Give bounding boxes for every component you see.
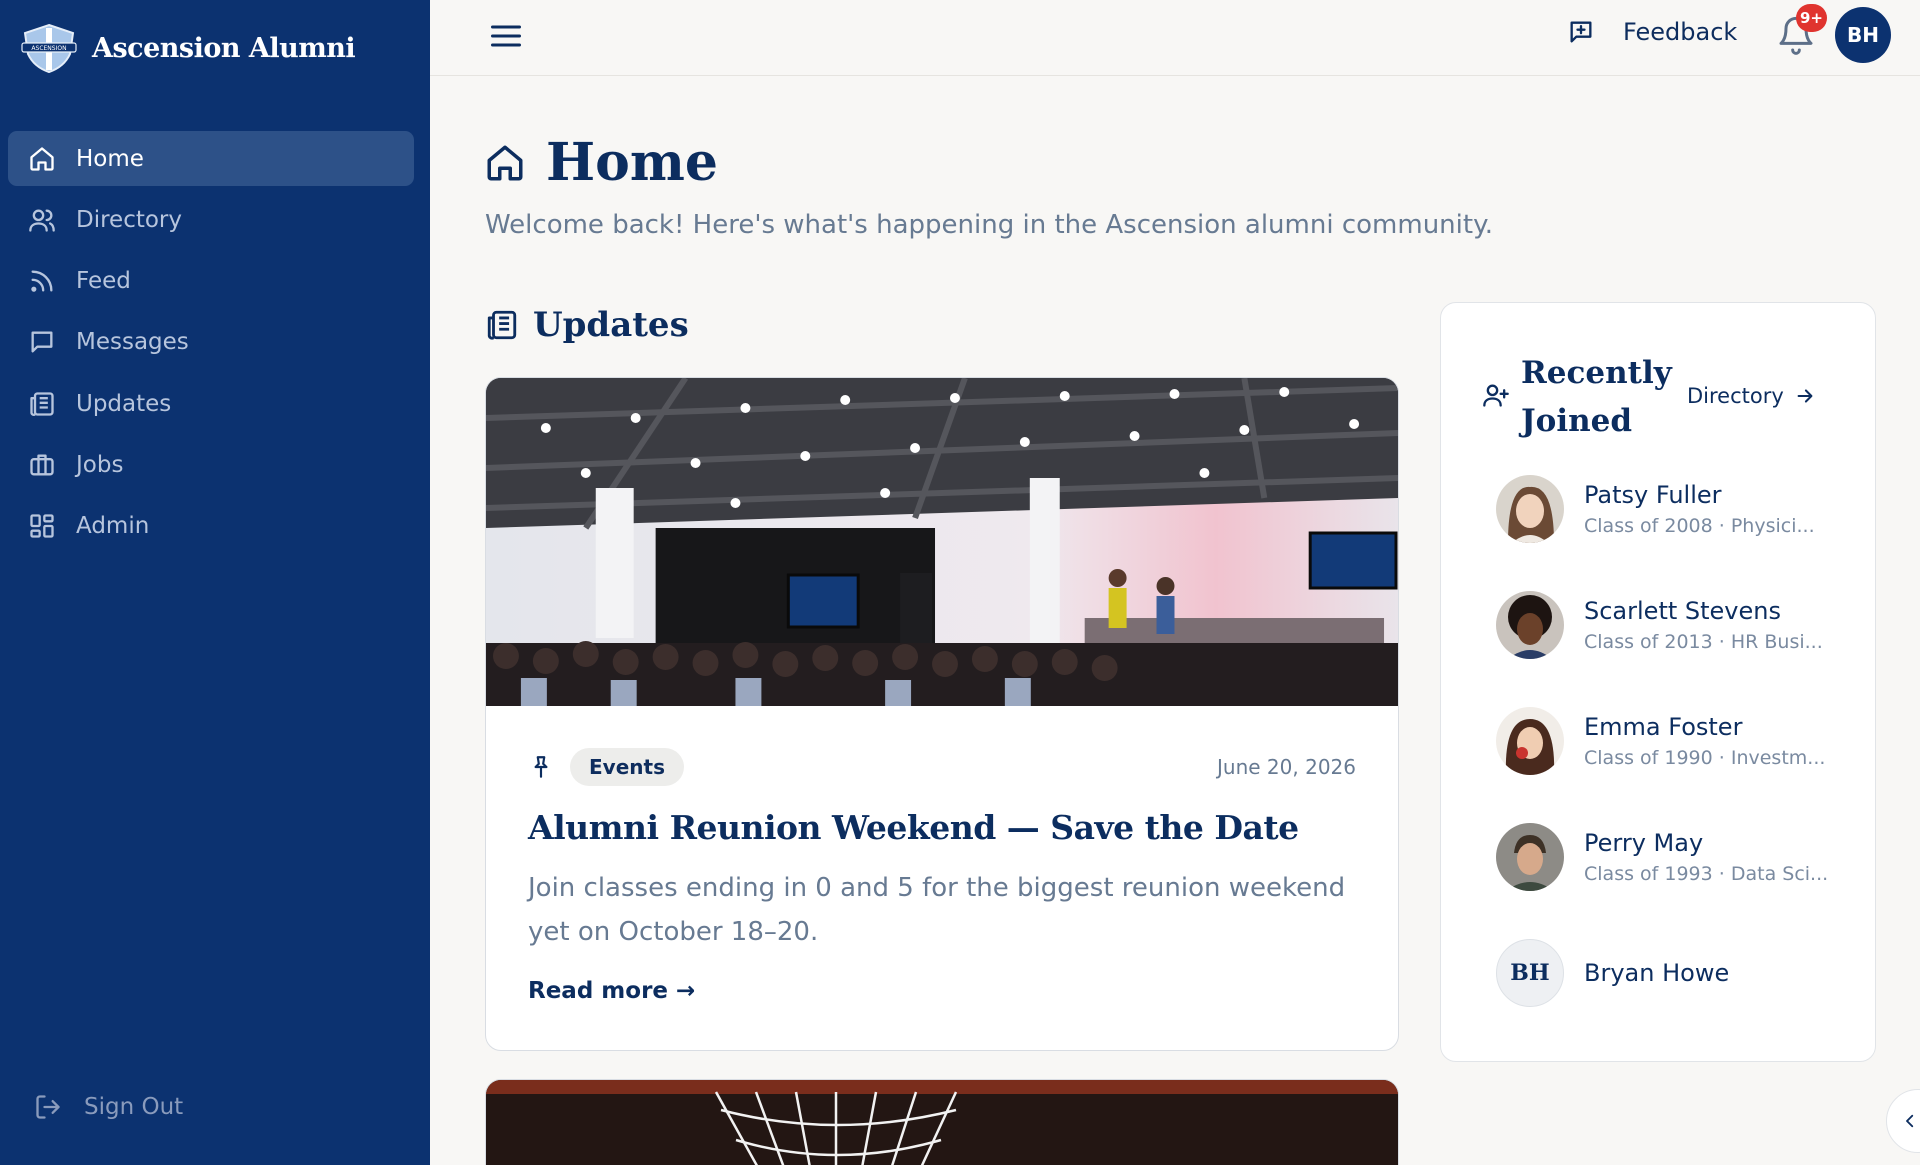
- recently-joined-title: Recently Joined: [1521, 355, 1672, 439]
- member-avatar: [1496, 707, 1564, 775]
- brand[interactable]: ASCENSION Ascension Alumni: [20, 22, 356, 74]
- member-subtitle: Class of 2008 · Physici...: [1584, 515, 1815, 537]
- feedback-icon: [1570, 21, 1592, 43]
- recently-joined-panel: Recently Joined Directory Patsy Fuller C…: [1440, 302, 1876, 1062]
- update-card[interactable]: Events June 20, 2026 Alumni Reunion Week…: [485, 377, 1399, 1051]
- briefcase-icon: [30, 454, 54, 476]
- member-text: Scarlett Stevens Class of 2013 · HR Busi…: [1584, 597, 1823, 653]
- member-text: Bryan Howe: [1584, 959, 1729, 987]
- member-item[interactable]: BH Bryan Howe: [1496, 939, 1729, 1007]
- newspaper-icon: [487, 310, 517, 340]
- member-avatar: [1496, 823, 1564, 891]
- sign-out-button[interactable]: Sign Out: [34, 1093, 183, 1121]
- collapse-panel-button[interactable]: [1886, 1089, 1920, 1153]
- page-title: Home: [546, 132, 718, 193]
- member-item[interactable]: Emma Foster Class of 1990 · Investm...: [1496, 707, 1825, 775]
- post-excerpt: Join classes ending in 0 and 5 for the b…: [528, 873, 1346, 947]
- member-subtitle: Class of 2013 · HR Busi...: [1584, 631, 1823, 653]
- rss-icon: [31, 270, 53, 292]
- member-item[interactable]: Perry May Class of 1993 · Data Sci...: [1496, 823, 1828, 891]
- member-name: Perry May: [1584, 829, 1704, 857]
- directory-link[interactable]: Directory: [1687, 384, 1816, 408]
- category-tag[interactable]: Events: [570, 748, 684, 786]
- sidebar-item-feed[interactable]: Feed: [8, 254, 414, 309]
- user-plus-icon: [1483, 384, 1509, 407]
- newspaper-icon: [30, 392, 54, 416]
- pin-icon[interactable]: [528, 754, 554, 780]
- sidebar-item-jobs[interactable]: Jobs: [8, 437, 414, 492]
- sidebar-nav: Home Directory Feed Messages Updates Job…: [8, 131, 414, 560]
- member-item[interactable]: Scarlett Stevens Class of 2013 · HR Busi…: [1496, 591, 1823, 659]
- sidebar-item-directory[interactable]: Directory: [8, 192, 414, 247]
- update-card-next[interactable]: [485, 1079, 1399, 1165]
- page-header: Home: [484, 132, 718, 193]
- sidebar-item-label: Updates: [76, 390, 172, 417]
- user-avatar[interactable]: BH: [1835, 7, 1891, 63]
- member-avatar: [1496, 591, 1564, 659]
- shield-logo-icon: ASCENSION: [21, 23, 77, 74]
- member-initials-avatar: BH: [1496, 939, 1564, 1007]
- member-item[interactable]: Patsy Fuller Class of 2008 · Physici...: [1496, 475, 1815, 543]
- svg-text:ASCENSION: ASCENSION: [31, 45, 66, 52]
- sidebar-item-label: Messages: [76, 329, 189, 356]
- home-icon: [487, 145, 523, 180]
- logout-icon: [36, 1095, 60, 1119]
- event-photo: [486, 378, 1398, 706]
- read-more-link[interactable]: Read more →: [528, 978, 695, 1004]
- sidebar-item-label: Admin: [76, 513, 150, 540]
- sidebar-item-label: Feed: [76, 268, 131, 295]
- updates-section-header: Updates: [485, 305, 689, 345]
- post-title[interactable]: Alumni Reunion Weekend — Save the Date: [528, 808, 1299, 847]
- feedback-label: Feedback: [1623, 18, 1738, 46]
- sidebar-item-messages[interactable]: Messages: [8, 315, 414, 370]
- member-name: Scarlett Stevens: [1584, 597, 1781, 625]
- feedback-button[interactable]: Feedback: [1567, 18, 1737, 46]
- grid-icon: [30, 514, 54, 538]
- sign-out-label: Sign Out: [84, 1094, 184, 1120]
- message-icon: [31, 331, 53, 353]
- directory-link-label: Directory: [1687, 384, 1784, 408]
- hamburger-menu-icon[interactable]: [488, 18, 524, 54]
- sidebar: ASCENSION Ascension Alumni Home Director…: [0, 0, 430, 1165]
- sidebar-item-admin[interactable]: Admin: [8, 499, 414, 554]
- member-text: Emma Foster Class of 1990 · Investm...: [1584, 713, 1825, 769]
- sidebar-item-home[interactable]: Home: [8, 131, 414, 186]
- member-name: Emma Foster: [1584, 713, 1743, 741]
- updates-title: Updates: [533, 305, 689, 345]
- member-text: Perry May Class of 1993 · Data Sci...: [1584, 829, 1828, 885]
- sidebar-item-label: Home: [76, 145, 144, 172]
- post-meta: Events: [528, 748, 684, 786]
- app-name: Ascension Alumni: [92, 32, 356, 64]
- chevron-left-icon: [1906, 1114, 1914, 1128]
- users-icon: [29, 209, 55, 232]
- member-avatar: [1496, 475, 1564, 543]
- notification-badge: 9+: [1796, 4, 1828, 32]
- top-bar: Feedback 9+ BH: [430, 0, 1920, 76]
- member-subtitle: Class of 1993 · Data Sci...: [1584, 863, 1829, 885]
- arrow-right-icon: [1797, 389, 1813, 403]
- welcome-text: Welcome back! Here's what's happening in…: [485, 210, 1494, 240]
- sidebar-item-updates[interactable]: Updates: [8, 376, 414, 431]
- sidebar-item-label: Jobs: [76, 451, 124, 478]
- member-name: Bryan Howe: [1584, 959, 1730, 987]
- sidebar-item-label: Directory: [76, 206, 183, 233]
- home-icon: [30, 146, 54, 171]
- member-name: Patsy Fuller: [1584, 481, 1722, 509]
- member-text: Patsy Fuller Class of 2008 · Physici...: [1584, 481, 1815, 537]
- basketball-photo: [486, 1080, 1398, 1165]
- member-subtitle: Class of 1990 · Investm...: [1584, 747, 1826, 769]
- post-date: June 20, 2026: [1217, 755, 1356, 779]
